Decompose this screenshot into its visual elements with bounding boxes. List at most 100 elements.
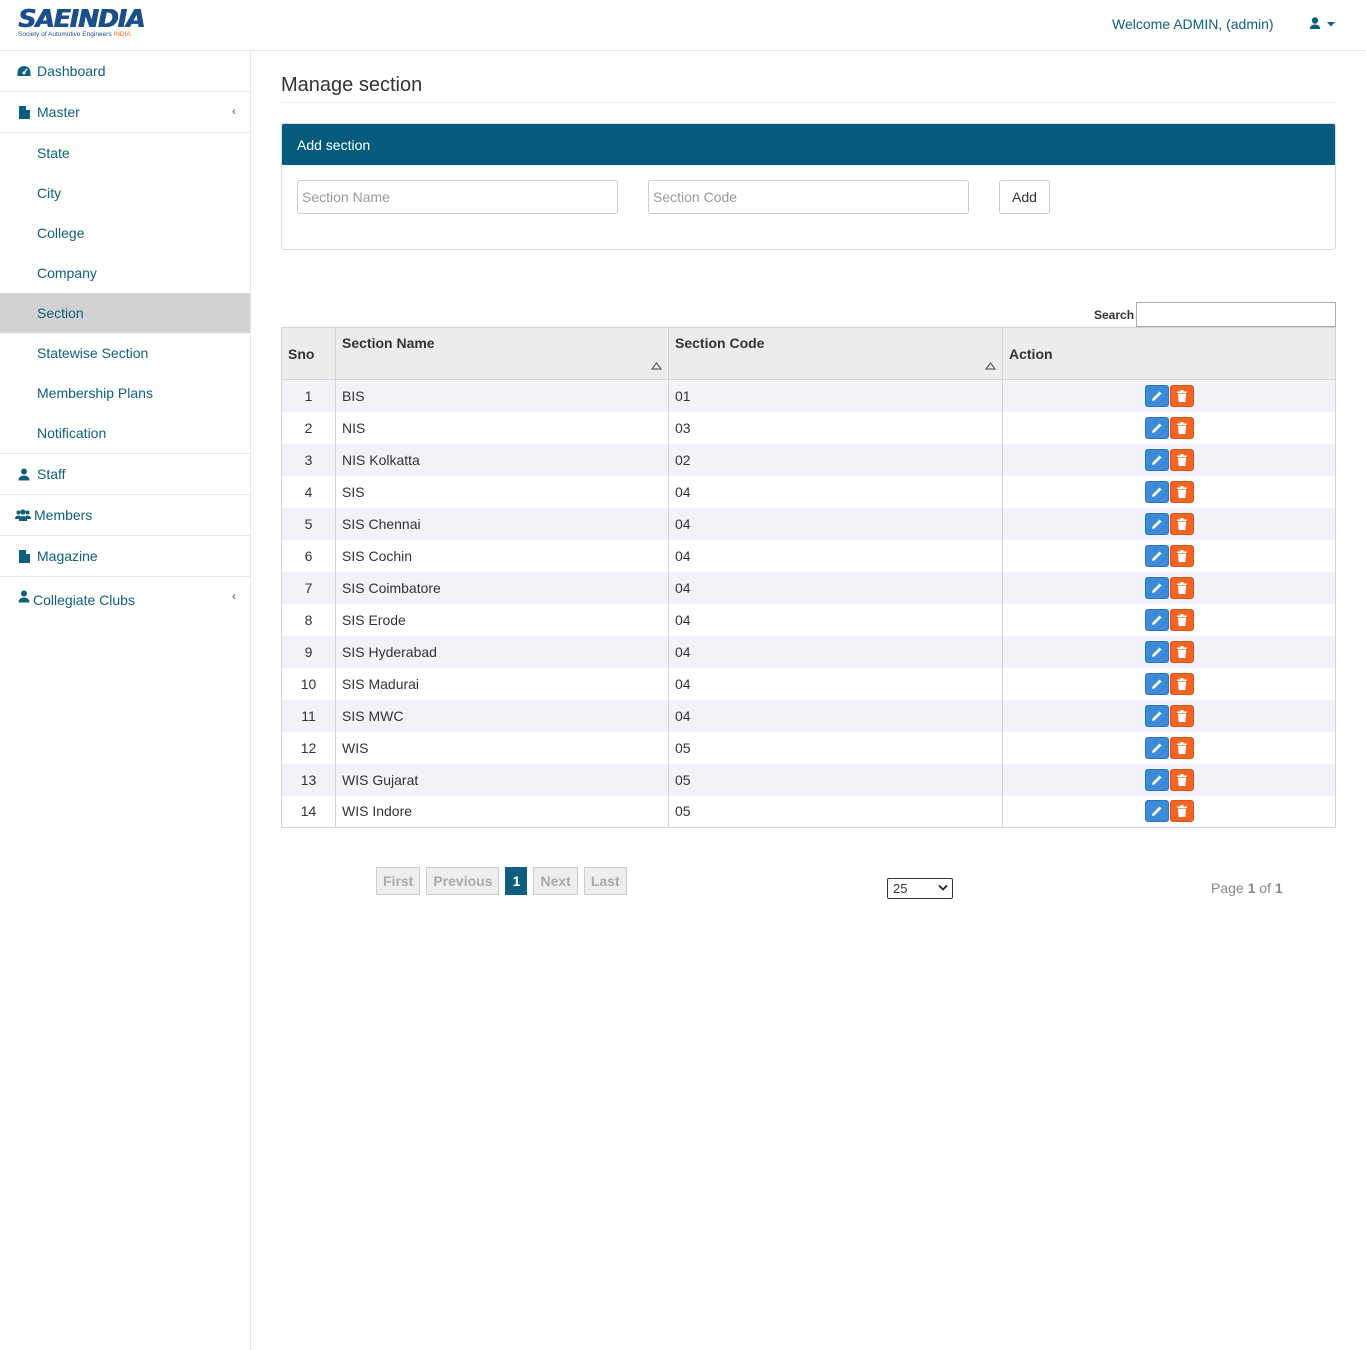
page-1-button[interactable]: 1 — [505, 867, 528, 895]
sidebar-label-master: Master — [37, 104, 80, 120]
delete-button[interactable] — [1169, 704, 1194, 727]
column-header-section-name[interactable]: Section Name — [335, 327, 669, 380]
cell-section-name: WIS Gujarat — [335, 763, 669, 796]
cell-section-code: 05 — [668, 731, 1003, 764]
sidebar-item-staff[interactable]: Staff — [0, 454, 250, 495]
edit-button[interactable] — [1144, 736, 1169, 759]
column-header-sno[interactable]: Sno — [281, 327, 336, 380]
cell-sno: 5 — [281, 507, 336, 540]
delete-button[interactable] — [1169, 608, 1194, 631]
cell-action — [1002, 795, 1336, 828]
table-row: 10 SIS Madurai 04 — [281, 667, 1336, 700]
cell-action — [1002, 635, 1336, 668]
last-page-button[interactable]: Last — [583, 867, 627, 895]
add-section-panel: Add section Add — [281, 123, 1336, 250]
cell-section-name: NIS Kolkatta — [335, 443, 669, 476]
delete-button[interactable] — [1169, 768, 1194, 791]
sidebar-item-notification[interactable]: Notification — [0, 413, 250, 453]
cell-action — [1002, 603, 1336, 636]
delete-button[interactable] — [1169, 448, 1194, 471]
edit-button[interactable] — [1144, 384, 1169, 407]
delete-button[interactable] — [1169, 672, 1194, 695]
edit-button[interactable] — [1144, 544, 1169, 567]
edit-button[interactable] — [1144, 768, 1169, 791]
welcome-text: Welcome ADMIN, (admin) — [1112, 16, 1274, 32]
saeindia-logo[interactable]: SAEINDIA Society of Automotive Engineers… — [18, 6, 145, 40]
delete-button[interactable] — [1169, 800, 1194, 823]
delete-button[interactable] — [1169, 384, 1194, 407]
delete-button[interactable] — [1169, 544, 1194, 567]
table-row: 4 SIS 04 — [281, 475, 1336, 508]
edit-button[interactable] — [1144, 448, 1169, 471]
cell-section-code: 04 — [668, 667, 1003, 700]
delete-button[interactable] — [1169, 480, 1194, 503]
sidebar-item-membership-plans[interactable]: Membership Plans — [0, 373, 250, 413]
cell-action — [1002, 507, 1336, 540]
sidebar-item-section[interactable]: Section — [0, 293, 250, 333]
cell-section-name: WIS Indore — [335, 795, 669, 828]
sidebar-item-statewise-section[interactable]: Statewise Section — [0, 333, 250, 373]
table-row: 3 NIS Kolkatta 02 — [281, 443, 1336, 476]
edit-button[interactable] — [1144, 416, 1169, 439]
edit-button[interactable] — [1144, 480, 1169, 503]
sidebar-item-magazine[interactable]: Magazine — [0, 536, 250, 577]
file-icon — [17, 105, 31, 119]
edit-button[interactable] — [1144, 800, 1169, 823]
delete-button[interactable] — [1169, 576, 1194, 599]
sidebar-item-members[interactable]: Members — [0, 495, 250, 536]
cell-sno: 4 — [281, 475, 336, 508]
master-submenu: State City College Company Section State… — [0, 133, 250, 454]
sidebar-label-magazine: Magazine — [37, 548, 98, 564]
sort-asc-icon — [651, 362, 662, 370]
column-label: Section Name — [342, 335, 435, 351]
cell-section-code: 04 — [668, 699, 1003, 732]
sort-asc-icon — [985, 362, 996, 370]
section-table: Sno Section Name Section Code Action 1 BI… — [281, 327, 1336, 828]
sidebar-item-master[interactable]: Master ‹ — [0, 92, 250, 133]
delete-button[interactable] — [1169, 640, 1194, 663]
edit-button[interactable] — [1144, 512, 1169, 535]
edit-button[interactable] — [1144, 704, 1169, 727]
cell-section-code: 04 — [668, 475, 1003, 508]
add-button[interactable]: Add — [999, 180, 1050, 214]
search-input[interactable] — [1136, 302, 1336, 327]
cell-action — [1002, 379, 1336, 412]
sidebar-item-city[interactable]: City — [0, 173, 250, 213]
cell-sno: 9 — [281, 635, 336, 668]
cell-action — [1002, 571, 1336, 604]
cell-sno: 2 — [281, 411, 336, 444]
cell-action — [1002, 699, 1336, 732]
users-icon — [15, 508, 31, 522]
cell-section-code: 04 — [668, 635, 1003, 668]
cell-section-name: SIS Chennai — [335, 507, 669, 540]
section-name-input[interactable] — [297, 180, 618, 214]
edit-button[interactable] — [1144, 608, 1169, 631]
cell-section-code: 05 — [668, 795, 1003, 828]
search-label: Search — [1094, 308, 1135, 322]
delete-button[interactable] — [1169, 416, 1194, 439]
next-page-button[interactable]: Next — [533, 867, 578, 895]
cell-section-code: 03 — [668, 411, 1003, 444]
cell-section-name: SIS MWC — [335, 699, 669, 732]
delete-button[interactable] — [1169, 736, 1194, 759]
sidebar-item-state[interactable]: State — [0, 133, 250, 173]
column-header-section-code[interactable]: Section Code — [668, 327, 1003, 380]
section-code-input[interactable] — [648, 180, 969, 214]
edit-button[interactable] — [1144, 640, 1169, 663]
previous-page-button[interactable]: Previous — [426, 867, 500, 895]
edit-button[interactable] — [1144, 672, 1169, 695]
cell-sno: 10 — [281, 667, 336, 700]
sidebar-item-dashboard[interactable]: Dashboard — [0, 51, 250, 92]
sidebar-item-company[interactable]: Company — [0, 253, 250, 293]
sidebar-item-college[interactable]: College — [0, 213, 250, 253]
delete-button[interactable] — [1169, 512, 1194, 535]
cell-section-name: SIS Madurai — [335, 667, 669, 700]
first-page-button[interactable]: First — [376, 867, 421, 895]
cell-sno: 7 — [281, 571, 336, 604]
edit-button[interactable] — [1144, 576, 1169, 599]
sidebar-item-collegiate-clubs[interactable]: Collegiate Clubs ‹ — [0, 577, 250, 615]
dashboard-icon — [17, 64, 31, 78]
user-menu-toggle[interactable] — [1309, 16, 1339, 34]
caret-down-icon — [1327, 22, 1335, 27]
page-size-select[interactable]: 25 — [887, 878, 953, 899]
